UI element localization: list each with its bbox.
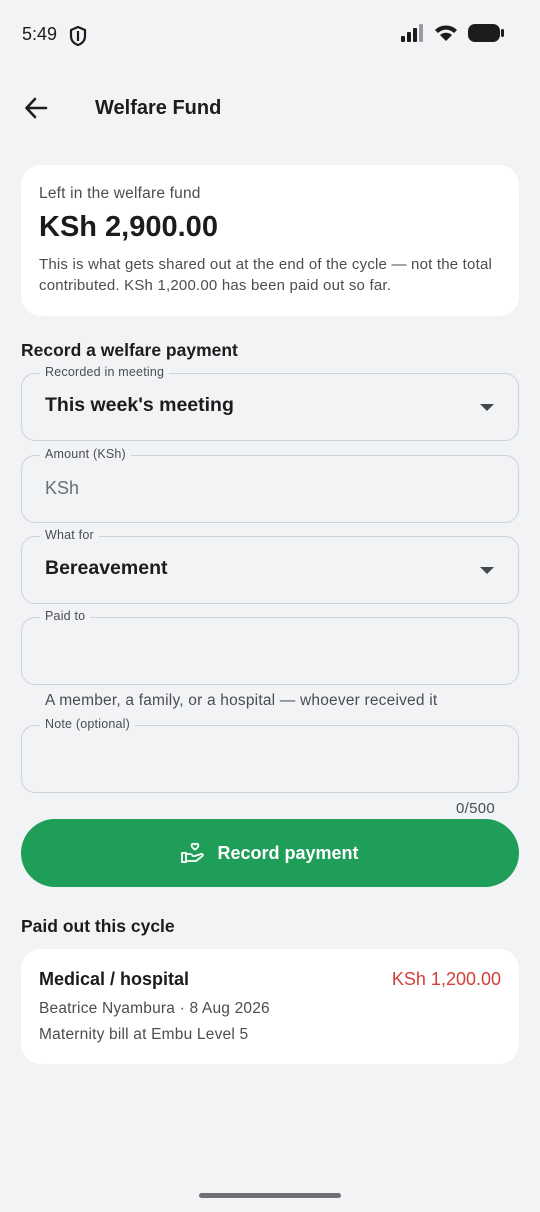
page-title: Welfare Fund [95, 97, 222, 119]
record-payment-button-label: Record payment [217, 842, 359, 863]
arrow-back-icon [25, 97, 48, 119]
form-heading: Record a welfare payment [21, 340, 238, 360]
amount-field-label: Amount (KSh) [40, 447, 131, 461]
payout-note: Maternity bill at Embu Level 5 [39, 1026, 249, 1043]
amount-field-placeholder: KSh [45, 478, 80, 498]
payout-card-header: Medical / hospital KSh 1,200.00 [39, 969, 501, 990]
hand-heart-icon [181, 842, 205, 863]
signal-icon [401, 24, 423, 42]
payout-category: Medical / hospital [39, 969, 190, 989]
screen: 5:49 Welfare Fund Left in the welfare fu… [0, 0, 540, 1212]
home-indicator[interactable] [199, 1193, 341, 1198]
record-payment-button[interactable]: Record payment [21, 819, 519, 887]
back-button[interactable] [14, 86, 58, 130]
wifi-icon [435, 25, 457, 41]
fund-balance-note: This is what gets shared out at the end … [39, 256, 493, 294]
purpose-dropdown[interactable]: What for Bereavement [21, 528, 519, 604]
note-field[interactable]: Note (optional) [21, 717, 519, 793]
status-time: 5:49 [22, 24, 58, 44]
fund-balance-label: Left in the welfare fund [39, 185, 201, 202]
app-bar: Welfare Fund [0, 80, 540, 136]
dropdown-arrow-icon [480, 567, 494, 574]
purpose-dropdown-value: Bereavement [45, 557, 168, 579]
meeting-dropdown[interactable]: Recorded in meeting This week's meeting [21, 365, 519, 441]
amount-field[interactable]: Amount (KSh) KSh [21, 447, 519, 523]
fund-summary-card: Left in the welfare fund KSh 2,900.00 Th… [21, 165, 519, 316]
status-bar: 5:49 [0, 0, 540, 70]
dropdown-arrow-icon [480, 404, 494, 411]
fund-balance-amount: KSh 2,900.00 [39, 211, 218, 243]
meeting-dropdown-value: This week's meeting [45, 394, 234, 416]
note-char-counter: 0/500 [455, 800, 495, 817]
paid-to-field[interactable]: Paid to [21, 609, 519, 685]
payout-card[interactable]: Medical / hospital KSh 1,200.00 Beatrice… [21, 949, 519, 1064]
payout-recipient-date: Beatrice Nyambura · 8 Aug 2026 [39, 1000, 270, 1017]
battery-icon [468, 24, 504, 42]
status-icons [400, 24, 504, 42]
meeting-dropdown-label: Recorded in meeting [40, 365, 170, 379]
note-field-label: Note (optional) [40, 717, 135, 731]
payout-amount: KSh 1,200.00 [391, 969, 501, 989]
paid-to-field-label: Paid to [40, 609, 91, 623]
paid-to-helper-text: A member, a family, or a hospital — whoe… [45, 692, 438, 709]
shield-icon [69, 25, 87, 47]
purpose-dropdown-label: What for [40, 528, 99, 542]
payouts-heading: Paid out this cycle [21, 916, 175, 936]
